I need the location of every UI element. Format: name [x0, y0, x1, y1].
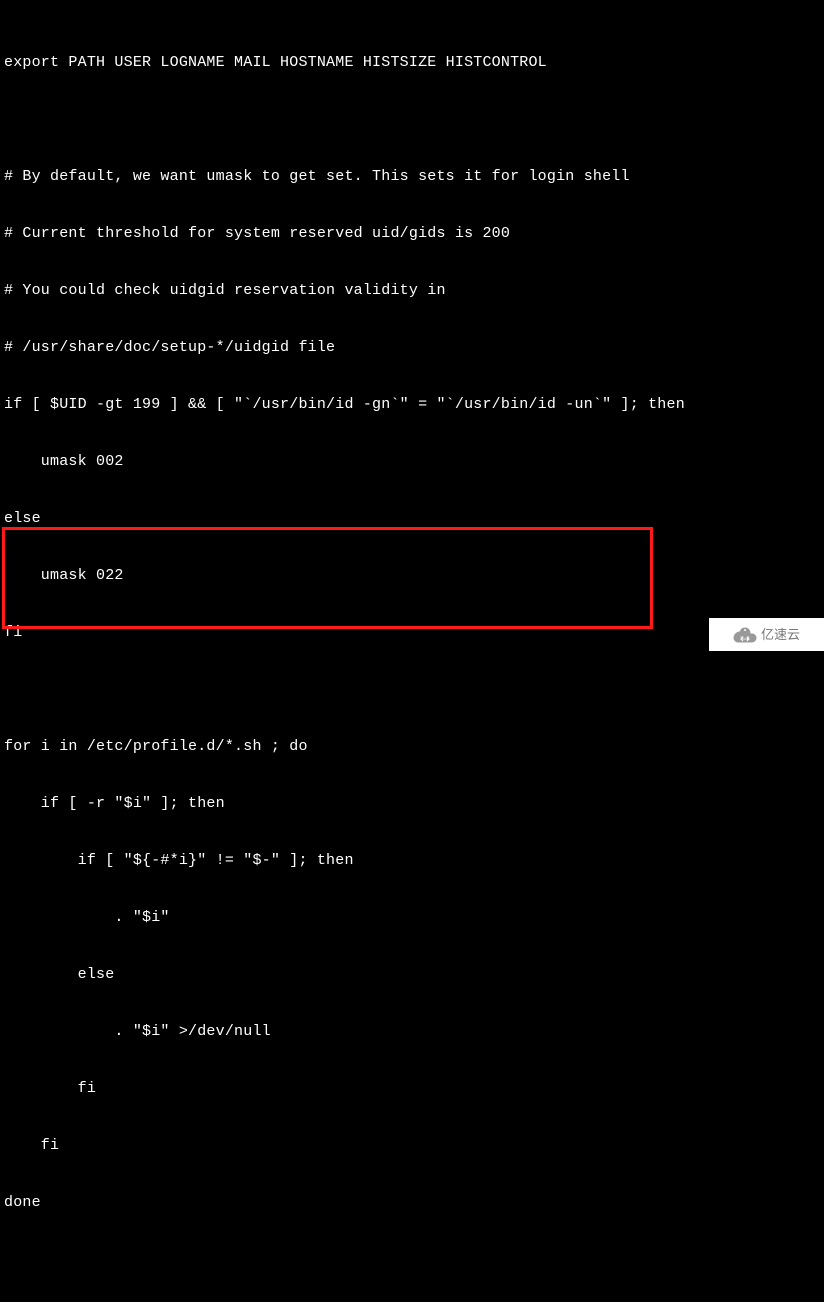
code-line [4, 110, 820, 129]
code-line: if [ "${-#*i}" != "$-" ]; then [4, 851, 820, 870]
code-line: # /usr/share/doc/setup-*/uidgid file [4, 338, 820, 357]
code-line: # Current threshold for system reserved … [4, 224, 820, 243]
code-line [4, 1250, 820, 1269]
code-line: . "$i" [4, 908, 820, 927]
code-line: umask 002 [4, 452, 820, 471]
code-line: export PATH USER LOGNAME MAIL HOSTNAME H… [4, 53, 820, 72]
code-line: umask 022 [4, 566, 820, 585]
code-line: for i in /etc/profile.d/*.sh ; do [4, 737, 820, 756]
code-line: . "$i" >/dev/null [4, 1022, 820, 1041]
terminal-viewport[interactable]: export PATH USER LOGNAME MAIL HOSTNAME H… [0, 0, 824, 1302]
watermark-text: 亿速云 [761, 625, 800, 644]
code-line: fi [4, 623, 820, 642]
code-line: done [4, 1193, 820, 1212]
code-line [4, 680, 820, 699]
code-line: # By default, we want umask to get set. … [4, 167, 820, 186]
code-line: fi [4, 1079, 820, 1098]
code-line: # You could check uidgid reservation val… [4, 281, 820, 300]
cloud-icon [733, 627, 757, 643]
code-line: if [ -r "$i" ]; then [4, 794, 820, 813]
code-line: if [ $UID -gt 199 ] && [ "`/usr/bin/id -… [4, 395, 820, 414]
watermark-badge: 亿速云 [709, 618, 824, 651]
code-line: fi [4, 1136, 820, 1155]
code-line: else [4, 509, 820, 528]
code-line: else [4, 965, 820, 984]
